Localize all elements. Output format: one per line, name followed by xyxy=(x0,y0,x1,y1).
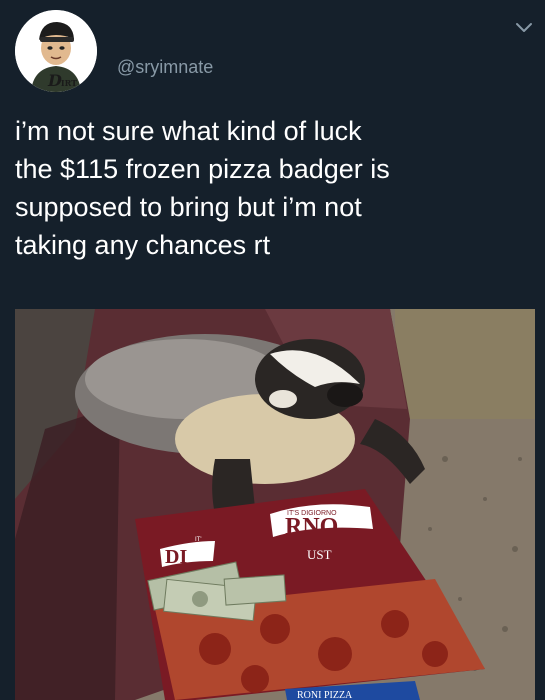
tweet-text: i’m not sure what kind of luck the $115 … xyxy=(15,116,390,260)
box-left-small: IT' xyxy=(195,537,201,543)
badger-pizza-photo: IT'S DIGIORNO RNO DI IT' UST RONI PIZZA xyxy=(15,309,535,700)
avatar-badge: DIRT xyxy=(48,71,78,90)
tweet: DIRT @sryimnate i’m not sure what kind o… xyxy=(0,0,545,700)
box-subtext: UST xyxy=(307,547,332,562)
box-brand-right: RNO xyxy=(285,514,338,540)
chevron-down-icon[interactable] xyxy=(515,22,533,34)
tweet-photo[interactable]: IT'S DIGIORNO RNO DI IT' UST RONI PIZZA xyxy=(15,309,535,700)
user-handle[interactable]: @sryimnate xyxy=(117,57,213,77)
avatar[interactable]: DIRT xyxy=(15,10,97,92)
box-brand-left: DI xyxy=(165,546,187,568)
box-bottom-text: RONI PIZZA xyxy=(297,690,353,700)
